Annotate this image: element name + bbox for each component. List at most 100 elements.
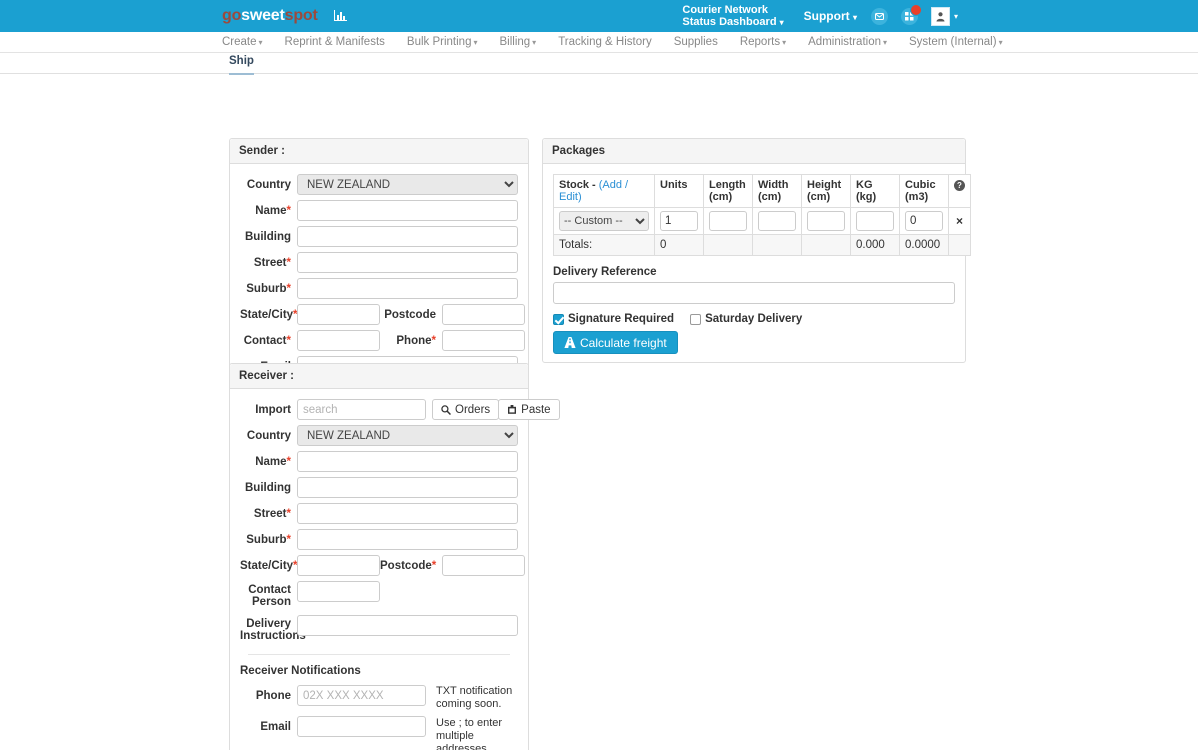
sender-name-label: Name* — [255, 204, 291, 217]
receiver-building-input[interactable] — [297, 477, 518, 498]
nav-item-create[interactable]: Create ▾ — [222, 36, 263, 48]
col-kg: KG (kg) — [850, 174, 900, 208]
packages-table-header-row: Stock - (Add / Edit) Units Length (cm) Wi… — [553, 174, 971, 208]
packages-panel-body: Stock - (Add / Edit) Units Length (cm) Wi… — [543, 164, 971, 362]
receiver-postcode-input[interactable] — [442, 555, 525, 576]
package-cubic-input[interactable] — [905, 211, 943, 231]
package-units-input[interactable] — [660, 211, 698, 231]
required-marker: * — [286, 507, 291, 520]
receiver-state-input[interactable] — [297, 555, 380, 576]
sender-postcode-input[interactable] — [442, 304, 525, 325]
sender-building-input[interactable] — [297, 226, 518, 247]
packages-panel-title: Packages — [543, 139, 965, 164]
receiver-panel-body: Import Orders Paste Country NEW ZEALAND — [230, 389, 560, 750]
sender-street-input[interactable] — [297, 252, 518, 273]
chevron-down-icon[interactable]: ▾ — [954, 12, 958, 21]
paste-button[interactable]: Paste — [498, 399, 560, 420]
package-height-input[interactable] — [807, 211, 845, 231]
totals-height — [801, 234, 851, 256]
delivery-reference-input[interactable] — [553, 282, 955, 304]
nav-item-tracking-history[interactable]: Tracking & History — [558, 36, 652, 48]
nav-item-reports[interactable]: Reports ▾ — [740, 36, 786, 48]
support-menu[interactable]: Support ▾ — [804, 9, 857, 23]
chevron-down-icon: ▾ — [532, 38, 537, 47]
logo-gosweetspot[interactable]: gosweetspot — [222, 8, 347, 24]
cell-units — [654, 207, 704, 235]
sender-state-input[interactable] — [297, 304, 380, 325]
orders-button[interactable]: Orders — [432, 399, 500, 420]
required-marker: * — [286, 204, 291, 217]
receiver-delivery-instructions-label: Delivery Instructions — [240, 618, 306, 642]
saturday-delivery-checkbox[interactable] — [690, 313, 702, 325]
receiver-country-select[interactable]: NEW ZEALAND — [297, 425, 518, 446]
nav-item-reprint-manifests[interactable]: Reprint & Manifests — [285, 36, 385, 48]
envelope-icon[interactable] — [870, 7, 888, 25]
sender-name-input[interactable] — [297, 200, 518, 221]
support-label: Support — [803, 9, 850, 23]
calculate-freight-button[interactable]: Calculate freight — [553, 331, 678, 354]
cell-stock: -- Custom -- — [553, 207, 655, 235]
receiver-delivery-instructions-input[interactable] — [297, 615, 518, 636]
receiver-name-label: Name* — [255, 455, 291, 468]
cell-length — [703, 207, 753, 235]
required-marker: * — [286, 256, 291, 269]
signature-required-checkbox[interactable] — [553, 313, 564, 325]
sender-suburb-label: Suburb* — [246, 282, 291, 295]
nav-item-supplies[interactable]: Supplies — [674, 36, 718, 48]
sender-building-row: Building — [240, 226, 518, 247]
courier-status-line-2: Status Dashboard — [682, 15, 777, 28]
nav-item-administration[interactable]: Administration ▾ — [808, 36, 887, 48]
package-width-input[interactable] — [758, 211, 796, 231]
nav-item-billing[interactable]: Billing ▾ — [499, 36, 536, 48]
package-length-input[interactable] — [709, 211, 747, 231]
col-cubic: Cubic (m3) — [899, 174, 949, 208]
paste-icon — [507, 404, 517, 415]
col-width: Width (cm) — [752, 174, 802, 208]
chevron-down-icon: ▾ — [473, 38, 478, 47]
saturday-delivery-label: Saturday Delivery — [705, 313, 803, 325]
package-stock-select[interactable]: -- Custom -- — [559, 211, 649, 231]
receiver-import-search-input[interactable] — [297, 399, 426, 420]
tab-ship[interactable]: Ship — [229, 55, 254, 75]
receiver-notify-phone-input[interactable] — [297, 685, 426, 706]
packages-table: Stock - (Add / Edit) Units Length (cm) Wi… — [553, 174, 971, 256]
top-brand-bar: gosweetspot Courier Network Status Dashb… — [0, 0, 1198, 32]
sender-street-row: Street* — [240, 252, 518, 273]
receiver-suburb-input[interactable] — [297, 529, 518, 550]
courier-status-line-1: Courier Network — [682, 3, 768, 16]
user-account-menu[interactable] — [930, 6, 950, 26]
chevron-down-icon: ▾ — [998, 38, 1003, 47]
package-kg-input[interactable] — [856, 211, 894, 231]
delivery-reference-label: Delivery Reference — [553, 266, 657, 278]
receiver-notifications-title: Receiver Notifications — [240, 665, 361, 677]
required-marker: * — [431, 559, 437, 572]
nav-item-system-internal[interactable]: System (Internal) ▾ — [909, 36, 1003, 48]
apps-grid-icon[interactable] — [900, 3, 922, 25]
sender-building-label: Building — [245, 230, 291, 243]
courier-network-status-dashboard-menu[interactable]: Courier Network Status Dashboard ▾ — [682, 4, 787, 29]
remove-package-row-button[interactable]: × — [956, 214, 963, 228]
required-marker: * — [286, 334, 291, 347]
logo-part-spot: spot — [284, 7, 318, 24]
sender-country-select[interactable]: NEW ZEALAND — [297, 174, 518, 195]
totals-blank — [948, 234, 971, 256]
bar-chart-icon[interactable] — [333, 9, 347, 22]
receiver-panel: Receiver : Import Orders Paste Country N… — [229, 363, 560, 750]
receiver-notify-email-input[interactable] — [297, 716, 426, 737]
nav-item-bulk-printing[interactable]: Bulk Printing ▾ — [407, 36, 478, 48]
help-icon[interactable]: ? — [954, 180, 965, 191]
receiver-state-postcode-row: State/City* Postcode* — [240, 555, 525, 576]
receiver-street-input[interactable] — [297, 503, 518, 524]
sender-state-postcode-row: State/City* Postcode — [240, 304, 525, 325]
sender-name-row: Name* — [240, 200, 518, 221]
col-help: ? — [948, 174, 971, 208]
receiver-name-input[interactable] — [297, 451, 518, 472]
notify-note-line-1: TXT notification coming soon. — [436, 685, 513, 710]
sender-phone-input[interactable] — [442, 330, 525, 351]
package-row: -- Custom -- × — [553, 207, 971, 235]
sender-suburb-input[interactable] — [297, 278, 518, 299]
receiver-import-row: Import Orders Paste — [240, 399, 560, 420]
receiver-contact-person-input[interactable] — [297, 581, 380, 602]
sender-contact-label: Contact* — [243, 334, 291, 347]
sender-contact-input[interactable] — [297, 330, 380, 351]
